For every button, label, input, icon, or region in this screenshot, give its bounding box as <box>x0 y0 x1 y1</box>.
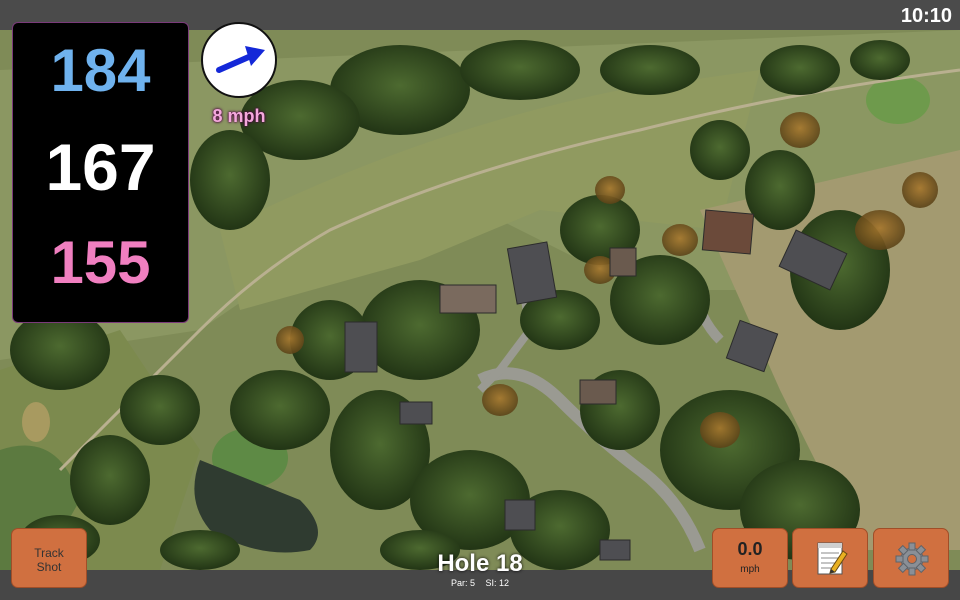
hole-title: Hole 18 <box>437 550 523 577</box>
center-yardage: 167 <box>45 130 156 204</box>
speed-value: 0.0 <box>737 539 763 559</box>
wind-arrow-icon <box>216 46 265 73</box>
wind-indicator[interactable] <box>201 22 277 98</box>
notepad-icon <box>817 542 848 575</box>
hole-par: Par: 5 <box>450 578 475 588</box>
notes-button[interactable] <box>792 528 868 588</box>
settings-button[interactable] <box>873 528 949 588</box>
hole-details: Par: 5 SI: 12 <box>380 578 580 588</box>
golf-gps-screen: 10:10 184 167 155 8 mph Track Shot Hole … <box>0 0 960 600</box>
speed-button[interactable]: 0.0 mph <box>712 528 788 588</box>
back-yardage: 184 <box>50 37 151 104</box>
hole-info: Hole 18 Par: 5 SI: 12 <box>380 550 580 588</box>
status-clock: 10:10 <box>900 5 952 27</box>
gear-icon <box>895 542 929 576</box>
hole-stroke-index: SI: 12 <box>485 578 510 588</box>
front-yardage: 155 <box>50 229 151 296</box>
speed-unit: mph <box>740 564 760 575</box>
yardage-panel: 184 167 155 <box>12 22 189 323</box>
track-shot-button[interactable]: Track Shot <box>11 528 87 588</box>
wind-speed-label: 8 mph <box>212 106 266 126</box>
